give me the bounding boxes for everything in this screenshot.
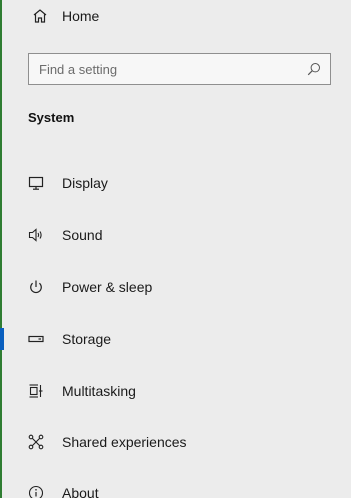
storage-icon	[28, 331, 44, 347]
nav-item-power-sleep[interactable]: Power & sleep	[0, 270, 351, 304]
nav-label-storage: Storage	[62, 331, 112, 347]
nav-item-sound[interactable]: Sound	[0, 218, 351, 252]
nav-item-display[interactable]: Display	[0, 166, 351, 200]
nav-label-about: About	[62, 485, 99, 498]
nav-label-power-sleep: Power & sleep	[62, 279, 153, 295]
monitor-icon	[28, 175, 44, 191]
nav-label-shared-experiences: Shared experiences	[62, 434, 187, 450]
selected-indicator	[0, 328, 4, 350]
home-icon	[32, 8, 48, 24]
nav-item-storage[interactable]: Storage	[0, 322, 351, 356]
settings-sidebar: Home System Display	[0, 0, 351, 498]
search-icon[interactable]	[307, 62, 321, 76]
nav-label-sound: Sound	[62, 227, 103, 243]
section-title: System	[28, 110, 75, 125]
home-label: Home	[62, 8, 100, 24]
power-icon	[28, 279, 44, 295]
nav-item-multitasking[interactable]: Multitasking	[0, 374, 351, 408]
multitasking-icon	[28, 383, 44, 399]
speaker-icon	[28, 227, 44, 243]
nav-label-display: Display	[62, 175, 108, 191]
nav-item-about[interactable]: About	[0, 476, 351, 498]
search-input[interactable]	[39, 54, 299, 84]
nav-label-multitasking: Multitasking	[62, 383, 136, 399]
search-box[interactable]	[28, 53, 331, 85]
info-icon	[28, 485, 44, 498]
shared-experiences-icon	[28, 434, 44, 450]
home-nav-item[interactable]: Home	[0, 0, 351, 32]
nav-item-shared-experiences[interactable]: Shared experiences	[0, 425, 351, 459]
